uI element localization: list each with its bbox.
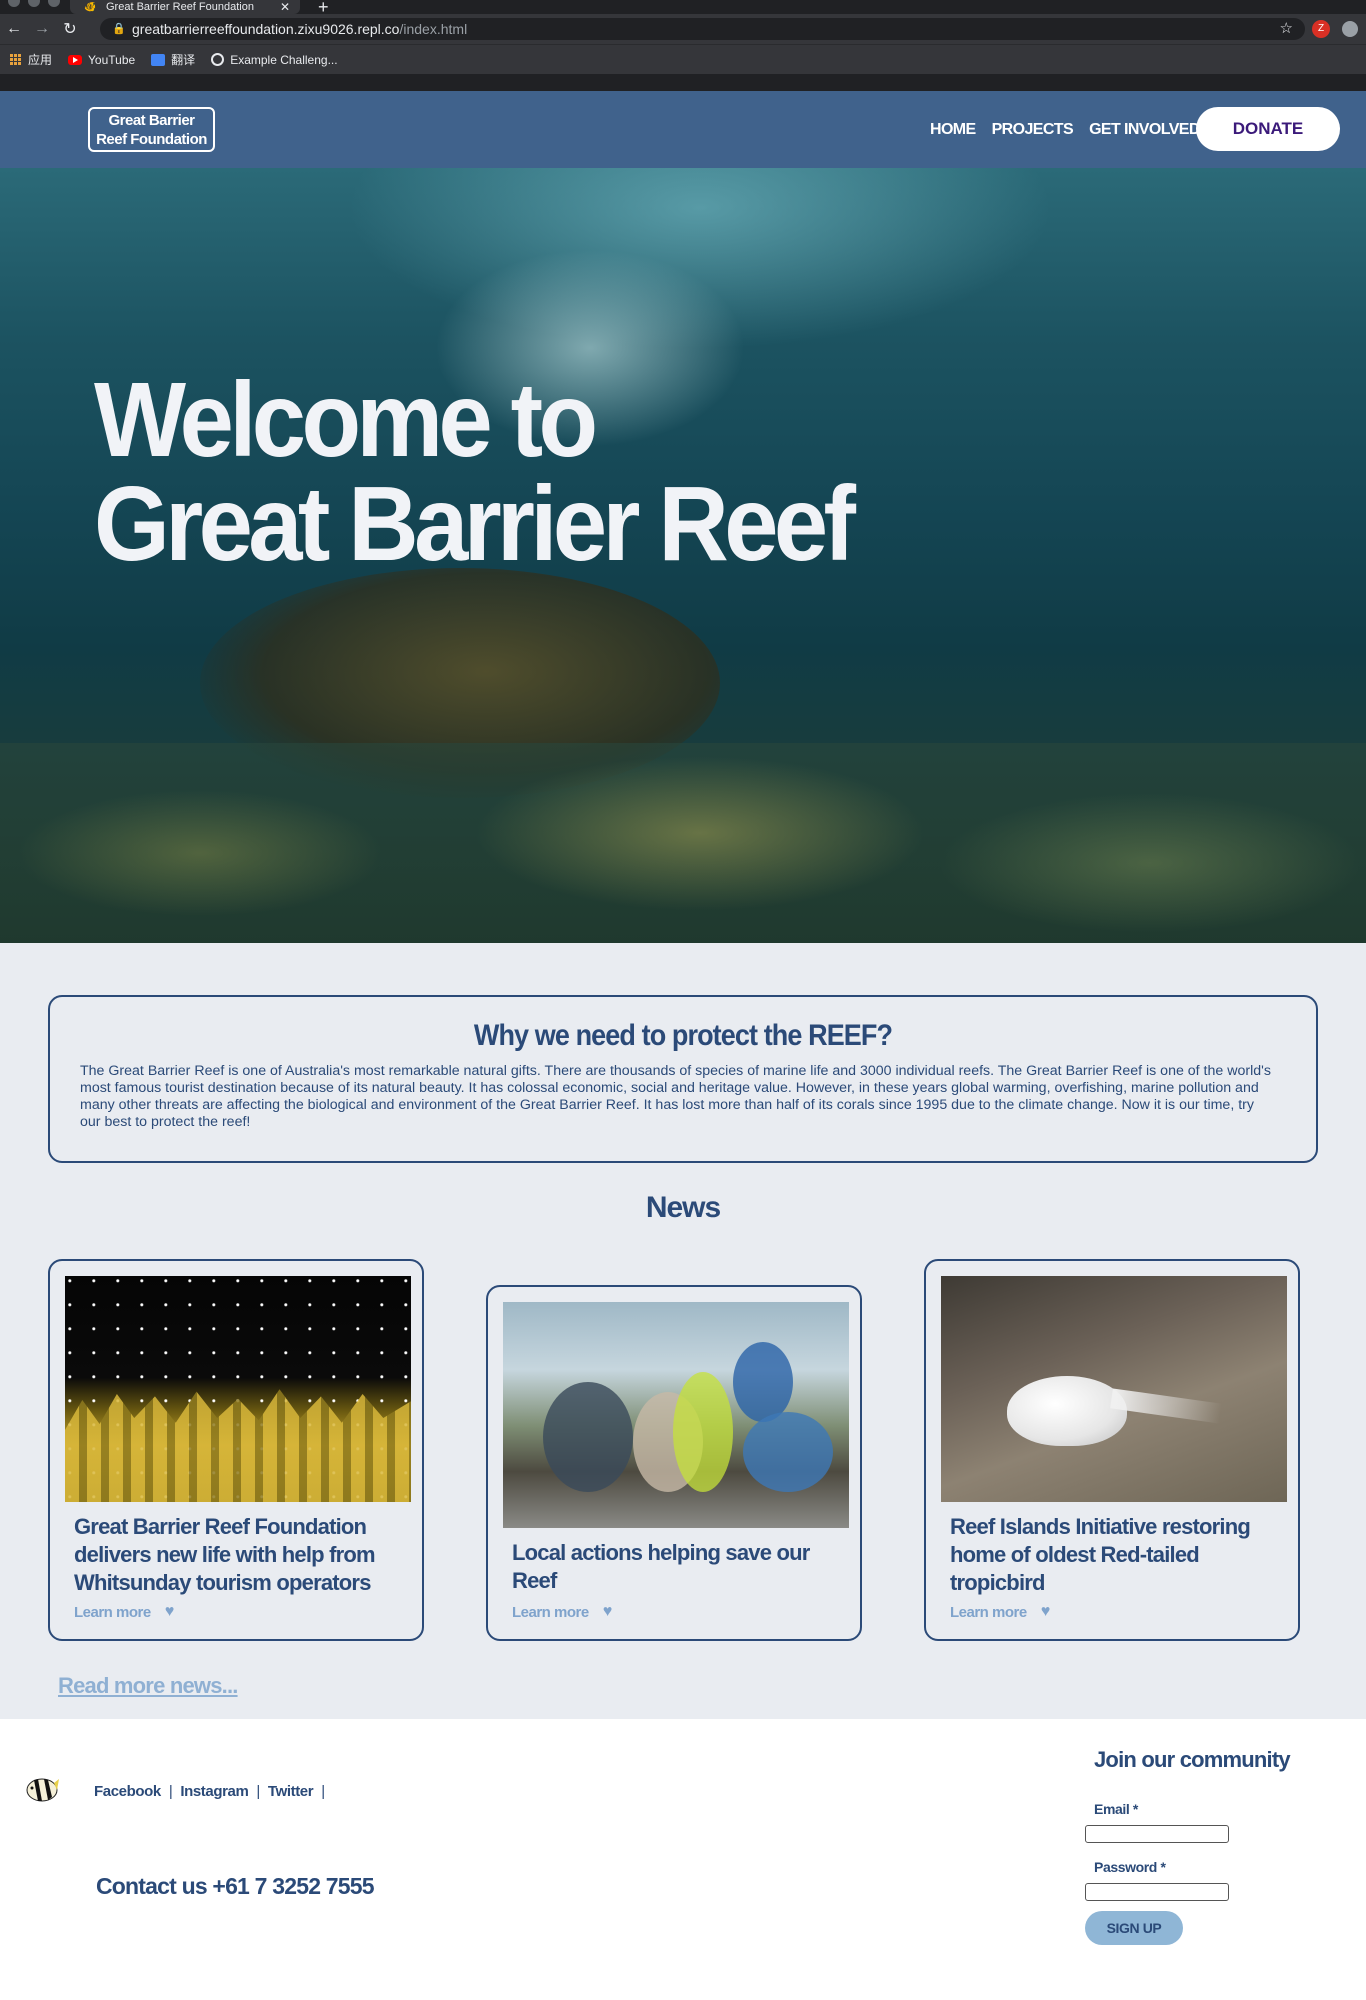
sign-up-button[interactable]: SIGN UP bbox=[1085, 1911, 1183, 1945]
main-nav: HOME PROJECTS GET INVOLVED bbox=[930, 121, 1200, 139]
address-bar[interactable]: 🔒 greatbarrierreeffoundation.zixu9026.re… bbox=[100, 18, 1305, 40]
required-mark: * bbox=[1160, 1859, 1166, 1875]
news-card[interactable]: Great Barrier Reef Foundation delivers n… bbox=[48, 1259, 424, 1641]
bookmark-label: Example Challeng... bbox=[230, 52, 338, 67]
news-image-tropicbird bbox=[941, 1276, 1287, 1502]
back-icon[interactable]: ← bbox=[0, 20, 28, 38]
learn-more-label: Learn more bbox=[74, 1603, 151, 1621]
main-content: Why we need to protect the REEF? The Gre… bbox=[0, 943, 1366, 1719]
hero-line-2: Great Barrier Reef bbox=[94, 465, 856, 583]
email-label: Email * bbox=[1094, 1801, 1138, 1817]
donate-button[interactable]: DONATE bbox=[1196, 107, 1340, 151]
news-image-coral bbox=[65, 1276, 411, 1502]
heart-icon[interactable]: ♥ bbox=[1041, 1603, 1051, 1621]
required-mark: * bbox=[1132, 1801, 1138, 1817]
separator: | bbox=[168, 1783, 173, 1800]
profile-avatar[interactable]: Z bbox=[1312, 20, 1330, 38]
social-links: Facebook | Instagram | Twitter | bbox=[94, 1783, 333, 1800]
learn-more-link[interactable]: Learn more ♥ bbox=[512, 1603, 612, 1621]
instagram-link[interactable]: Instagram bbox=[180, 1783, 248, 1800]
password-label-text: Password bbox=[1094, 1859, 1157, 1875]
url-path: /index.html bbox=[399, 21, 468, 37]
browser-tab[interactable]: 🐠 Great Barrier Reef Foundation ✕ bbox=[70, 0, 300, 14]
site-header: Great Barrier Reef Foundation HOME PROJE… bbox=[0, 91, 1366, 168]
youtube-icon bbox=[68, 54, 83, 65]
apps-grid-icon bbox=[10, 53, 22, 66]
bookmark-label: 翻译 bbox=[171, 53, 196, 67]
browser-chrome: 🐠 Great Barrier Reef Foundation ✕ + ← → … bbox=[0, 0, 1366, 91]
logo-line-1: Great Barrier bbox=[108, 112, 195, 129]
tropicbird-shape bbox=[1007, 1376, 1127, 1446]
globe-icon bbox=[211, 53, 225, 66]
tab-strip: 🐠 Great Barrier Reef Foundation ✕ + bbox=[0, 0, 1366, 17]
why-protect-box: Why we need to protect the REEF? The Gre… bbox=[48, 995, 1318, 1163]
bookmark-youtube[interactable]: YouTube bbox=[68, 53, 135, 67]
url-host: greatbarrierreeffoundation.zixu9026.repl… bbox=[132, 21, 400, 37]
news-card-title[interactable]: Great Barrier Reef Foundation delivers n… bbox=[74, 1513, 404, 1597]
twitter-link[interactable]: Twitter bbox=[268, 1783, 314, 1800]
separator: | bbox=[321, 1783, 325, 1800]
news-card[interactable]: Local actions helping save our Reef Lear… bbox=[486, 1285, 862, 1641]
nav-projects[interactable]: PROJECTS bbox=[992, 121, 1074, 139]
close-window-icon[interactable] bbox=[8, 0, 20, 7]
bookmark-label: 应用 bbox=[28, 53, 53, 67]
learn-more-label: Learn more bbox=[512, 1603, 589, 1621]
hero-line-1: Welcome to bbox=[94, 361, 598, 479]
extension-icon[interactable] bbox=[1342, 21, 1358, 37]
logo-line-2: Reef Foundation bbox=[96, 131, 207, 148]
fish-logo-icon bbox=[26, 1778, 59, 1802]
separator: | bbox=[256, 1783, 260, 1800]
nav-get-involved[interactable]: GET INVOLVED bbox=[1089, 121, 1200, 139]
contact-phone: Contact us +61 7 3252 7555 bbox=[96, 1873, 375, 1899]
email-field[interactable] bbox=[1085, 1825, 1229, 1843]
reload-icon[interactable]: ↻ bbox=[56, 19, 84, 39]
why-protect-body: The Great Barrier Reef is one of Austral… bbox=[80, 1063, 1271, 1130]
window-controls bbox=[8, 0, 60, 7]
person-shape bbox=[733, 1342, 793, 1422]
news-card-title[interactable]: Reef Islands Initiative restoring home o… bbox=[950, 1513, 1280, 1597]
facebook-link[interactable]: Facebook bbox=[94, 1783, 161, 1800]
heart-icon[interactable]: ♥ bbox=[603, 1603, 613, 1621]
password-label: Password * bbox=[1094, 1859, 1166, 1875]
email-label-text: Email bbox=[1094, 1801, 1130, 1817]
password-field[interactable] bbox=[1085, 1883, 1229, 1901]
news-card[interactable]: Reef Islands Initiative restoring home o… bbox=[924, 1259, 1300, 1641]
learn-more-link[interactable]: Learn more ♥ bbox=[950, 1603, 1050, 1621]
heart-icon[interactable]: ♥ bbox=[165, 1603, 175, 1621]
person-shape bbox=[543, 1382, 633, 1492]
maximize-window-icon[interactable] bbox=[48, 0, 60, 7]
minimize-window-icon[interactable] bbox=[28, 0, 40, 7]
browser-toolbar: ← → ↻ 🔒 greatbarrierreeffoundation.zixu9… bbox=[0, 14, 1366, 44]
tab-close-icon[interactable]: ✕ bbox=[280, 0, 290, 14]
nav-home[interactable]: HOME bbox=[930, 121, 976, 139]
coral-bed-image bbox=[0, 743, 1366, 943]
tropicbird-tail-shape bbox=[1110, 1388, 1222, 1424]
news-title: News bbox=[645, 1191, 721, 1224]
person-shape bbox=[743, 1412, 833, 1492]
read-more-news-link[interactable]: Read more news... bbox=[58, 1673, 238, 1699]
forward-icon[interactable]: → bbox=[28, 20, 56, 38]
bookmark-star-icon[interactable]: ☆ bbox=[1280, 18, 1293, 40]
news-image-volunteers bbox=[503, 1302, 849, 1528]
coral-stalks-image bbox=[65, 1389, 411, 1502]
hero-banner: Welcome to Great Barrier Reef bbox=[0, 168, 1366, 943]
learn-more-label: Learn more bbox=[950, 1603, 1027, 1621]
hero-heading: Welcome to Great Barrier Reef bbox=[94, 361, 856, 583]
lock-icon: 🔒 bbox=[112, 23, 126, 35]
bookmark-example[interactable]: Example Challeng... bbox=[211, 52, 338, 67]
learn-more-link[interactable]: Learn more ♥ bbox=[74, 1603, 174, 1621]
translate-icon bbox=[151, 53, 166, 66]
bookmarks-bar: 应用 YouTube 翻译 Example Challeng... bbox=[0, 44, 1366, 74]
person-shape bbox=[673, 1372, 733, 1492]
join-community-title: Join our community bbox=[1094, 1747, 1291, 1772]
news-card-title[interactable]: Local actions helping save our Reef bbox=[512, 1539, 842, 1595]
bookmark-apps[interactable]: 应用 bbox=[10, 51, 52, 68]
site-footer: Facebook | Instagram | Twitter | Contact… bbox=[0, 1719, 1366, 2000]
bookmark-translate[interactable]: 翻译 bbox=[151, 51, 195, 68]
tab-title: Great Barrier Reef Foundation bbox=[106, 1, 254, 13]
bookmark-label: YouTube bbox=[88, 52, 136, 67]
why-protect-title: Why we need to protect the REEF? bbox=[473, 1019, 893, 1052]
site-favicon-icon: 🐠 bbox=[84, 2, 97, 13]
site-logo[interactable]: Great Barrier Reef Foundation bbox=[88, 107, 215, 152]
